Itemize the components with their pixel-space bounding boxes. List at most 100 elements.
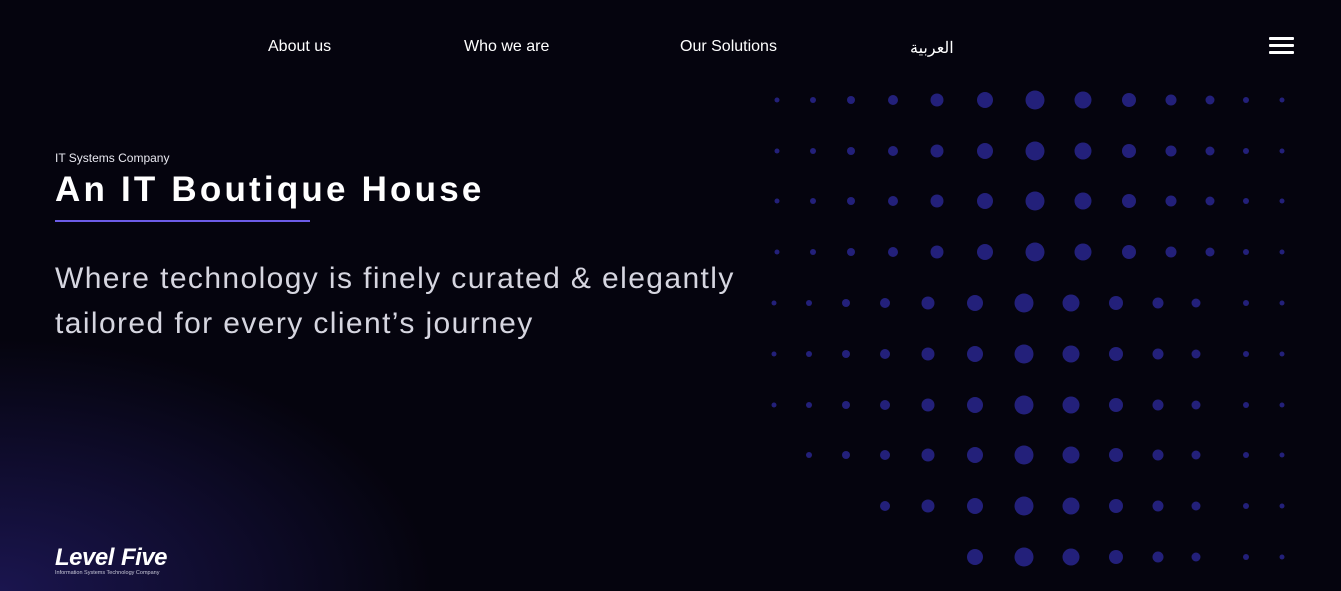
pattern-dot [1025,90,1045,110]
pattern-dot [1191,400,1201,410]
pattern-dot [1205,196,1215,206]
pattern-dot [1243,351,1249,357]
pattern-dot [771,300,777,306]
pattern-dot [1122,144,1136,158]
pattern-dot [847,197,855,205]
pattern-dot [842,350,850,358]
pattern-dot [1243,300,1249,306]
pattern-dot [1025,141,1045,161]
pattern-dot [1191,298,1201,308]
pattern-dot [1279,249,1285,255]
pattern-dot [1279,351,1285,357]
pattern-dot [806,300,812,306]
pattern-dot [1014,445,1034,465]
pattern-dot [1243,97,1249,103]
pattern-dot [977,244,993,260]
pattern-dot [774,97,780,103]
pattern-dot [967,295,983,311]
pattern-dot [1014,293,1034,313]
pattern-dot [1122,93,1136,107]
logo-wordmark-graphic: Level Five [55,544,168,571]
pattern-dot [810,148,816,154]
pattern-dot [921,296,935,310]
pattern-dot [810,97,816,103]
pattern-dot [1025,191,1045,211]
pattern-dot [977,193,993,209]
pattern-dot [967,498,983,514]
pattern-dot [1074,91,1092,109]
pattern-dot [1062,345,1080,363]
pattern-dot [1152,297,1164,309]
pattern-dot [1243,249,1249,255]
pattern-dot [880,450,890,460]
pattern-dot [1014,344,1034,364]
pattern-dot [1062,548,1080,566]
pattern-dot [1109,398,1123,412]
pattern-dot [1243,554,1249,560]
pattern-dot [1152,399,1164,411]
pattern-dot [930,245,944,259]
pattern-dot [847,248,855,256]
pattern-dot [1152,500,1164,512]
pattern-dot [1109,448,1123,462]
pattern-dot [888,146,898,156]
pattern-dot [1243,148,1249,154]
pattern-dot [1279,198,1285,204]
pattern-dot [967,397,983,413]
pattern-dot [806,402,812,408]
pattern-dot [1122,245,1136,259]
company-logo[interactable]: Level Five Information Systems Technolog… [55,543,195,579]
pattern-dot [1205,95,1215,105]
pattern-dot [921,448,935,462]
pattern-dot [842,451,850,459]
pattern-dot [810,249,816,255]
pattern-dot [880,298,890,308]
pattern-dot [1152,348,1164,360]
pattern-dot [1205,247,1215,257]
pattern-dot [1279,300,1285,306]
pattern-dot [847,96,855,104]
pattern-dot [1279,554,1285,560]
pattern-dot [880,501,890,511]
pattern-dot [1191,501,1201,511]
pattern-dot [1165,246,1177,258]
pattern-dot [1243,402,1249,408]
pattern-dot [1279,148,1285,154]
pattern-dot [967,346,983,362]
svg-text:Level: Level [55,544,116,571]
pattern-dot [1074,142,1092,160]
pattern-dot [774,249,780,255]
pattern-dot [1279,97,1285,103]
dot-pattern-graphic [771,90,1285,567]
pattern-dot [1191,349,1201,359]
pattern-dot [1109,550,1123,564]
pattern-dot [1014,395,1034,415]
pattern-dot [842,299,850,307]
pattern-dot [1074,243,1092,261]
pattern-dot [1191,552,1201,562]
pattern-dot [1165,195,1177,207]
pattern-dot [771,351,777,357]
pattern-dot [1243,503,1249,509]
pattern-dot [1205,146,1215,156]
pattern-dot [1014,547,1034,567]
pattern-dot [806,452,812,458]
pattern-dot [1152,449,1164,461]
pattern-dot [774,148,780,154]
pattern-dot [1025,242,1045,262]
pattern-dot [1062,446,1080,464]
pattern-dot [930,93,944,107]
pattern-dot [1062,294,1080,312]
pattern-dot [888,95,898,105]
pattern-dot [977,143,993,159]
pattern-dot [977,92,993,108]
pattern-dot [930,194,944,208]
pattern-dot [1279,503,1285,509]
pattern-dot [774,198,780,204]
pattern-dot [1243,452,1249,458]
pattern-dot [1279,402,1285,408]
pattern-dot [921,398,935,412]
pattern-dot [1122,194,1136,208]
pattern-dot [842,401,850,409]
pattern-dot [1152,551,1164,563]
